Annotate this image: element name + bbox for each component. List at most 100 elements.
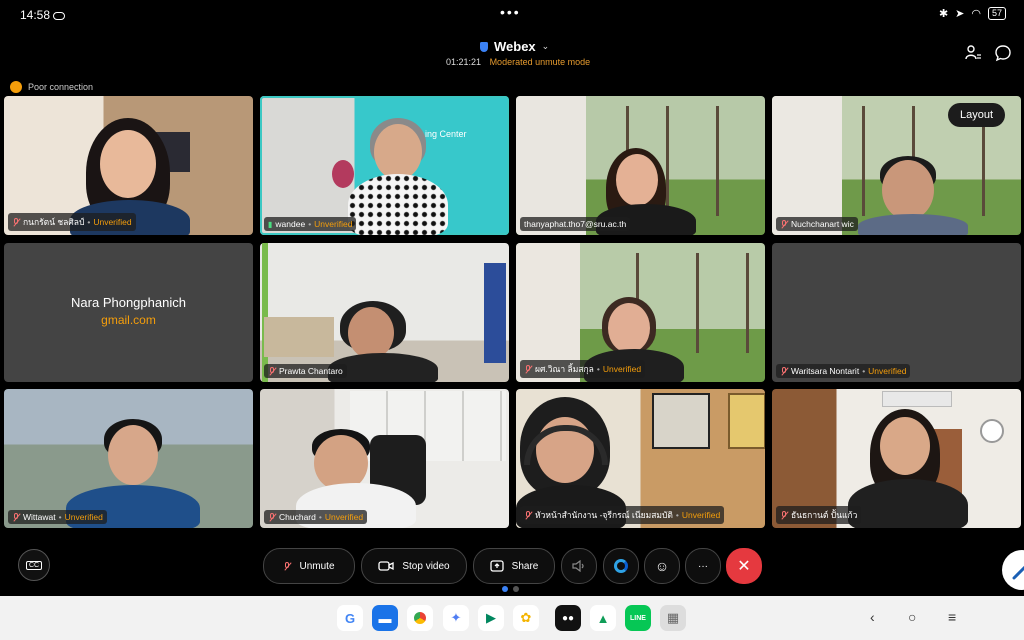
chevron-down-icon: ⌄ bbox=[541, 41, 550, 51]
wall-board bbox=[484, 263, 506, 363]
android-taskbar: G ▬ ✦ ▶ ✿ ●● ▲ LINE ▦ ‹ ○ ≡ bbox=[0, 596, 1024, 640]
participant-name-tag: Chuchard • Unverified bbox=[264, 510, 368, 524]
recents-nav-icon[interactable]: ≡ bbox=[948, 609, 956, 625]
video-tile[interactable]: ผศ.วิณา ลิ้มสกุล • Unverified bbox=[516, 243, 765, 382]
stop-video-button[interactable]: Stop video bbox=[361, 548, 467, 584]
participant-name-tag: ▮ wandee • Unverified bbox=[264, 217, 357, 231]
more-icon: ··· bbox=[698, 560, 708, 572]
gemini-icon[interactable]: ✦ bbox=[443, 605, 469, 631]
video-tile-active-speaker[interactable]: ing Center ▮ wandee • Unverified bbox=[260, 96, 509, 235]
video-tile-no-video[interactable]: Nara Phongphanich gmail.com bbox=[4, 243, 253, 382]
mic-muted-icon bbox=[12, 512, 20, 522]
meeting-header: Webex ⌄ 01:21:21 Moderated unmute mode bbox=[0, 36, 1024, 72]
video-tile[interactable]: หัวหน้าสำนักงาน -จุรีกรณ์ เนียมสมบัติ • Un… bbox=[516, 389, 765, 528]
participant-face bbox=[616, 154, 658, 206]
warning-icon bbox=[10, 81, 22, 93]
bluetooth-icon: ✱ bbox=[938, 8, 949, 20]
participant-face bbox=[100, 130, 156, 198]
webex-assistant-icon bbox=[614, 559, 628, 573]
meeting-mode: Moderated unmute mode bbox=[489, 57, 591, 67]
wifi-icon: ◠ bbox=[971, 8, 981, 20]
participant-name: Nara Phongphanich bbox=[71, 295, 186, 310]
participant-name-tag: Wittawat • Unverified bbox=[8, 510, 107, 524]
home-nav-icon[interactable]: ○ bbox=[908, 609, 916, 625]
participant-face bbox=[608, 303, 650, 353]
chrome-icon[interactable] bbox=[407, 605, 433, 631]
apps-grid-icon[interactable]: ▦ bbox=[660, 605, 686, 631]
webex-icon[interactable]: ●● bbox=[555, 605, 581, 631]
wall-picture bbox=[652, 393, 710, 449]
share-button[interactable]: Share bbox=[473, 548, 555, 584]
wall-clock bbox=[980, 419, 1004, 443]
participant-face bbox=[108, 425, 158, 485]
assistant-button[interactable] bbox=[603, 548, 639, 584]
layout-button[interactable]: Layout bbox=[948, 103, 1006, 127]
status-bar: 14:58 ••• ✱ ➤ ◠ 57 bbox=[0, 0, 1024, 28]
flowers bbox=[332, 160, 354, 188]
participant-name-tag: Waritsara Nontarit • Unverified bbox=[776, 364, 911, 378]
participant-face bbox=[880, 417, 930, 475]
video-tile[interactable]: Chuchard • Unverified bbox=[260, 389, 509, 528]
shelf bbox=[264, 317, 334, 357]
participant-email: gmail.com bbox=[101, 313, 156, 327]
status-time: 14:58 bbox=[20, 8, 66, 22]
messages-icon[interactable]: ▬ bbox=[372, 605, 398, 631]
captions-icon: CC bbox=[25, 560, 43, 570]
play-store-icon[interactable]: ▶ bbox=[478, 605, 504, 631]
meeting-timer: 01:21:21 bbox=[446, 57, 482, 67]
meeting-title-button[interactable]: Webex ⌄ bbox=[480, 39, 549, 54]
window-handle-icon[interactable]: ••• bbox=[500, 4, 521, 20]
page-indicator[interactable] bbox=[502, 586, 519, 592]
drive-icon[interactable]: ▲ bbox=[590, 605, 616, 631]
app-title: Webex bbox=[494, 39, 536, 54]
video-tile-no-video[interactable]: Waritsara Nontarit • Unverified bbox=[772, 243, 1021, 382]
share-screen-icon bbox=[490, 560, 504, 572]
video-tile[interactable]: Prawta Chantaro bbox=[260, 243, 509, 382]
wall-picture bbox=[728, 393, 765, 449]
pen-icon bbox=[1012, 565, 1024, 580]
leave-meeting-button[interactable]: ✕ bbox=[726, 548, 762, 584]
wall-sign: ing Center bbox=[425, 129, 467, 139]
mic-muted-icon bbox=[524, 510, 532, 520]
participants-icon[interactable] bbox=[964, 44, 982, 62]
participant-name-tag: Nuchchanart wic bbox=[776, 217, 858, 231]
mic-muted-icon bbox=[268, 366, 276, 376]
connection-warning[interactable]: Poor connection bbox=[10, 81, 93, 93]
google-app-icon[interactable]: G bbox=[337, 605, 363, 631]
participant-face bbox=[374, 124, 422, 180]
participant-name-tag: หัวหน้าสำนักงาน -จุรีกรณ์ เนียมสมบัติ • Un… bbox=[520, 506, 725, 524]
mic-muted-icon bbox=[780, 366, 788, 376]
video-tile[interactable]: thanyaphat.tho7@sru.ac.th bbox=[516, 96, 765, 235]
line-app-icon[interactable]: LINE bbox=[625, 605, 651, 631]
participant-name-tag: thanyaphat.tho7@sru.ac.th bbox=[520, 217, 631, 231]
participant-name-tag: ธันธกานต์ ปั้นแก้ว bbox=[776, 506, 862, 524]
mic-on-icon: ▮ bbox=[268, 219, 273, 229]
battery-icon: 57 bbox=[987, 7, 1006, 20]
photos-icon[interactable]: ✿ bbox=[513, 605, 539, 631]
pen-floating-button[interactable] bbox=[1002, 550, 1024, 590]
mic-muted-icon bbox=[268, 512, 276, 522]
video-tile[interactable]: กนกรัตน์ ชลศิลป์ • Unverified bbox=[4, 96, 253, 235]
chat-icon[interactable] bbox=[994, 44, 1012, 62]
mic-muted-icon bbox=[780, 510, 788, 520]
more-options-button[interactable]: ··· bbox=[685, 548, 721, 584]
participant-name-tag: ผศ.วิณา ลิ้มสกุล • Unverified bbox=[520, 360, 646, 378]
mic-muted-icon bbox=[524, 364, 532, 374]
participant-name-tag: กนกรัตน์ ชลศิลป์ • Unverified bbox=[8, 213, 136, 231]
mic-muted-icon bbox=[283, 561, 291, 571]
video-tile[interactable]: Wittawat • Unverified bbox=[4, 389, 253, 528]
meeting-info: 01:21:21 Moderated unmute mode bbox=[446, 57, 590, 67]
audio-button[interactable] bbox=[561, 548, 597, 584]
video-tile[interactable]: ธันธกานต์ ปั้นแก้ว bbox=[772, 389, 1021, 528]
closed-captions-button[interactable]: CC bbox=[18, 549, 50, 581]
emoji-icon: ☺ bbox=[654, 558, 670, 574]
webex-status-icon bbox=[53, 11, 66, 20]
participant-name-tag: Prawta Chantaro bbox=[264, 364, 347, 378]
location-icon: ➤ bbox=[955, 8, 965, 20]
shield-icon bbox=[480, 41, 488, 52]
air-conditioner bbox=[882, 391, 952, 407]
participant-face bbox=[882, 160, 934, 220]
unmute-button[interactable]: Unmute bbox=[263, 548, 355, 584]
back-nav-icon[interactable]: ‹ bbox=[870, 609, 875, 625]
reactions-button[interactable]: ☺ bbox=[644, 548, 680, 584]
